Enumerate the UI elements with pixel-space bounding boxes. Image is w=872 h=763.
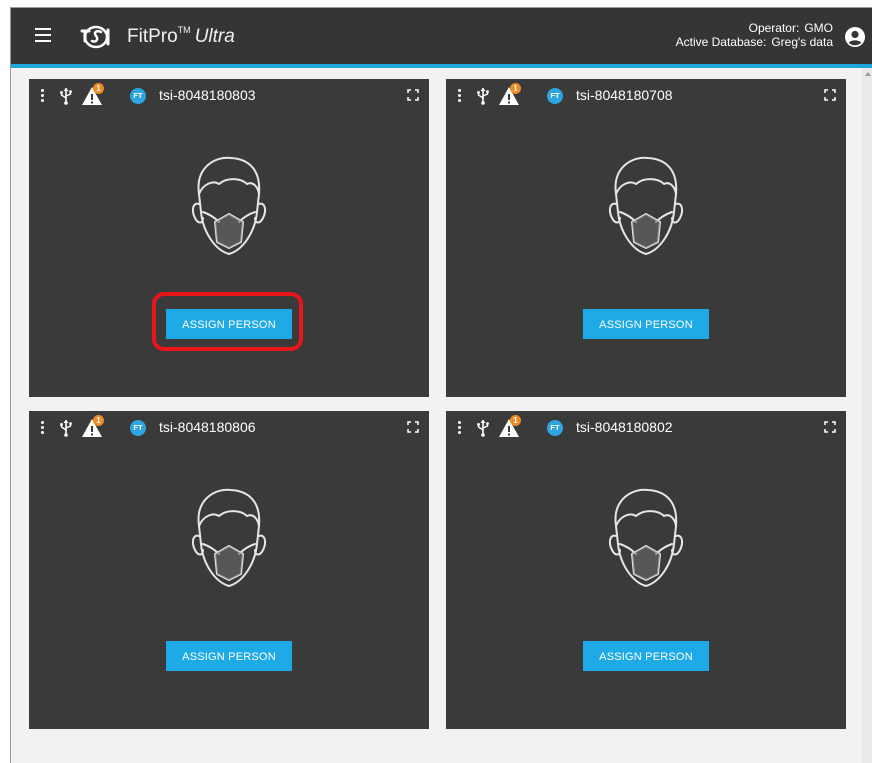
brand-name: FitPro xyxy=(127,26,178,47)
ft-mode-icon: FT xyxy=(130,88,146,104)
app-bar: FitProTM Ultra Operator: GMO Active Databa… xyxy=(11,8,872,64)
assign-person-button[interactable]: ASSIGN PERSON xyxy=(166,641,292,671)
panel-header: 1 FT tsi-8048180806 xyxy=(29,411,429,443)
kebab-menu-icon[interactable] xyxy=(456,89,462,103)
person-mask-icon xyxy=(191,488,267,587)
device-id: tsi-8048180806 xyxy=(159,419,256,435)
warning-count-badge: 1 xyxy=(510,415,521,426)
ft-mode-icon: FT xyxy=(547,420,563,436)
warning-count-badge: 1 xyxy=(510,83,521,94)
panel-header: 1 FT tsi-8048180708 xyxy=(446,79,846,111)
kebab-menu-icon[interactable] xyxy=(39,89,45,103)
assign-person-button[interactable]: ASSIGN PERSON xyxy=(583,309,709,339)
scroll-up-arrow[interactable] xyxy=(865,72,871,76)
usb-icon xyxy=(60,419,72,437)
ft-mode-icon: FT xyxy=(130,420,146,436)
app-bar-accent xyxy=(11,64,872,68)
person-mask-icon xyxy=(191,156,267,255)
usb-icon xyxy=(477,419,489,437)
device-panel: 1 FT tsi-8048180802 ASSIGN PERSON xyxy=(446,411,846,729)
kebab-menu-icon[interactable] xyxy=(39,421,45,435)
warning-icon[interactable]: 1 xyxy=(81,83,107,105)
panel-header: 1 FT tsi-8048180803 xyxy=(29,79,429,111)
device-panel: 1 FT tsi-8048180806 ASSIGN PERSON xyxy=(29,411,429,729)
brand-suffix: Ultra xyxy=(194,26,235,47)
warning-count-badge: 1 xyxy=(93,415,104,426)
database-row: Active Database: Greg's data xyxy=(676,35,833,49)
ft-mode-icon: FT xyxy=(547,88,563,104)
device-id: tsi-8048180803 xyxy=(159,87,256,103)
device-id: tsi-8048180802 xyxy=(576,419,673,435)
expand-icon[interactable] xyxy=(824,421,836,433)
device-id: tsi-8048180708 xyxy=(576,87,673,103)
person-mask-icon xyxy=(608,156,684,255)
usb-icon xyxy=(60,87,72,105)
operator-row: Operator: GMO xyxy=(676,21,833,35)
app-title: FitProTM Ultra xyxy=(127,25,235,48)
kebab-menu-icon[interactable] xyxy=(456,421,462,435)
expand-icon[interactable] xyxy=(824,89,836,101)
operator-value: GMO xyxy=(804,21,833,35)
database-label: Active Database: xyxy=(675,35,767,49)
trademark: TM xyxy=(177,25,191,35)
warning-icon[interactable]: 1 xyxy=(81,415,107,437)
warning-icon[interactable]: 1 xyxy=(498,83,524,105)
usb-icon xyxy=(477,87,489,105)
app-window: FitProTM Ultra Operator: GMO Active Databa… xyxy=(10,7,872,763)
person-mask-icon xyxy=(608,488,684,587)
device-panel: 1 FT tsi-8048180708 ASSIGN PERSON xyxy=(446,79,846,397)
account-icon[interactable] xyxy=(845,27,865,47)
operator-label: Operator: xyxy=(748,21,800,35)
tsi-logo-icon xyxy=(80,25,110,49)
panel-header: 1 FT tsi-8048180802 xyxy=(446,411,846,443)
warning-icon[interactable]: 1 xyxy=(498,415,524,437)
menu-icon[interactable] xyxy=(35,27,53,43)
database-value: Greg's data xyxy=(771,35,833,49)
warning-count-badge: 1 xyxy=(93,83,104,94)
session-info: Operator: GMO Active Database: Greg's data xyxy=(676,21,833,49)
assign-person-button[interactable]: ASSIGN PERSON xyxy=(166,309,292,339)
assign-person-button[interactable]: ASSIGN PERSON xyxy=(583,641,709,671)
expand-icon[interactable] xyxy=(407,89,419,101)
vertical-scrollbar[interactable] xyxy=(862,68,872,763)
device-panel: 1 FT tsi-8048180803 ASSIGN PERSON xyxy=(29,79,429,397)
expand-icon[interactable] xyxy=(407,421,419,433)
